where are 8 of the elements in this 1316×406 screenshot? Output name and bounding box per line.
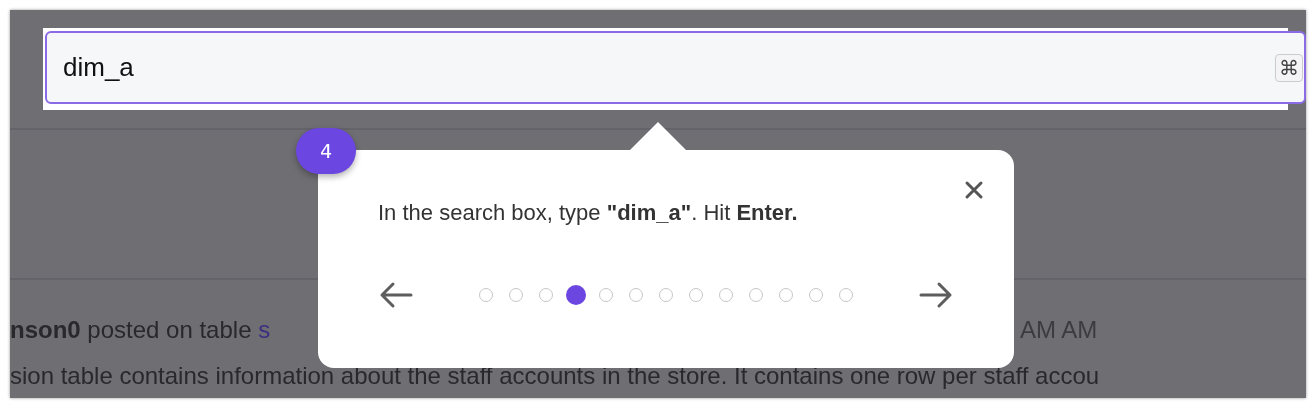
step-dot[interactable] — [566, 285, 586, 305]
close-icon[interactable] — [964, 180, 984, 200]
next-arrow-icon[interactable] — [918, 281, 954, 309]
back-arrow-icon[interactable] — [378, 281, 414, 309]
table-description: sion table contains information about the staff accounts in the store. It contains one row per staff accou — [10, 362, 1101, 390]
step-badge: 4 — [296, 128, 356, 174]
tour-message: In the search box, type "dim_a". Hit Enter. — [378, 200, 799, 226]
shortcut-key: ⌘ — [1275, 54, 1303, 82]
